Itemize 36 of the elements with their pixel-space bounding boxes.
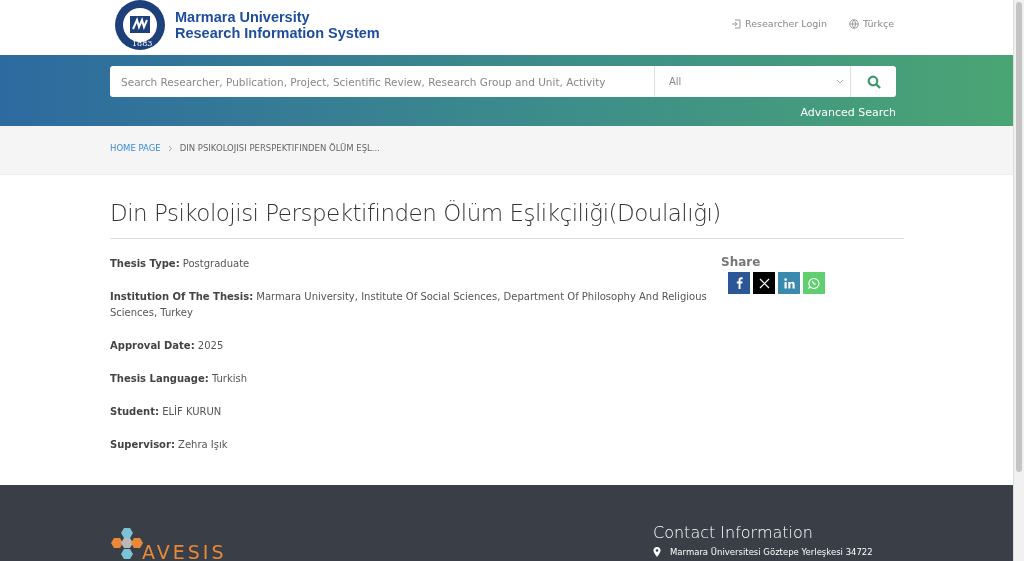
avesis-logo-text[interactable]: AVESIS (142, 543, 227, 561)
share-heading: Share (721, 255, 762, 270)
chat-bubble-icon (808, 277, 820, 290)
whatsapp-share-button[interactable] (803, 272, 825, 295)
search-button[interactable] (850, 66, 896, 97)
site-subtitle[interactable]: Research Information System (175, 24, 380, 41)
linkedin-icon (783, 277, 795, 289)
category-dropdown[interactable]: All (654, 66, 850, 97)
breadcrumb-item[interactable]: HOME PAGE (110, 143, 161, 154)
x-logo-icon (758, 277, 770, 289)
scrollbar[interactable] (1013, 0, 1024, 561)
search-icon (866, 74, 881, 89)
detail-field: Student: ELİF KURUN (110, 404, 710, 421)
contact-heading: Contact Information (653, 523, 814, 542)
login-icon (731, 18, 741, 29)
breadcrumb-item: DIN PSIKOLOJISI PERSPEKTIFINDEN ÖLÜM EŞL... (179, 143, 380, 154)
contact-address: Marmara Üniversitesi Göztepe Yerleşkesi 34722 (670, 547, 873, 557)
detail-field: Approval Date: 2025 (110, 338, 710, 355)
language-link[interactable]: Türkçe (849, 18, 894, 29)
detail-field: Institution Of The Thesis: Marmara University, Institute Of Social Sciences, Department Of Philosophy And Religious Sciences, Turkey (110, 289, 710, 322)
facebook-icon (735, 277, 743, 290)
search-field[interactable]: Search Researcher, Publication, Project, Scientific Review, Research Group and Unit, Activity (110, 66, 654, 97)
facebook-share-button[interactable] (728, 272, 750, 295)
linkedin-share-button[interactable] (778, 272, 800, 295)
detail-field: Supervisor: Zehra Işık (110, 437, 710, 454)
site-title[interactable]: Marmara University (175, 8, 380, 25)
detail-field: Thesis Type: Postgraduate (110, 256, 710, 273)
x-share-button[interactable] (753, 272, 775, 295)
detail-field: Thesis Language: Turkish (110, 371, 710, 388)
location-pin-icon (653, 547, 661, 557)
globe-icon (849, 18, 859, 29)
chevron-down-icon (836, 79, 844, 84)
thesis-title: Din Psikolojisi Perspektifinden Ölüm Eşlikçiliği(Doulalığı) (110, 200, 904, 240)
chevron-right-icon (167, 144, 173, 152)
advanced-search-link[interactable]: Advanced Search (800, 106, 896, 119)
login-link[interactable]: Researcher Login (731, 18, 827, 29)
